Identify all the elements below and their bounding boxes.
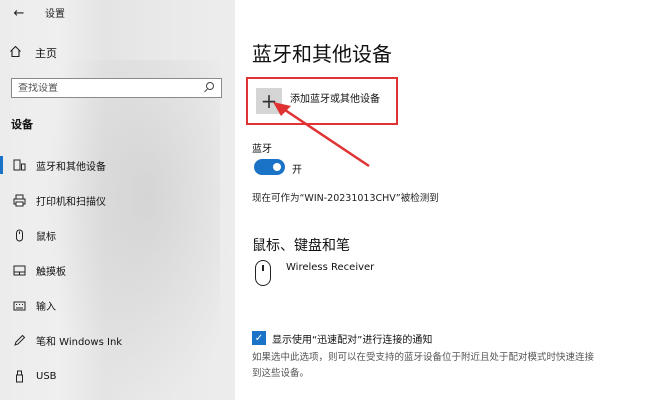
device-item[interactable]: Wireless Receiver: [255, 260, 374, 286]
sidebar-item-printers[interactable]: 打印机和扫描仪: [0, 187, 235, 213]
search-icon[interactable]: [203, 82, 215, 94]
sidebar-item-label: 鼠标: [36, 231, 56, 243]
keyboard-icon: [12, 299, 26, 312]
bluetooth-devices-icon: [12, 159, 26, 172]
sidebar-item-home[interactable]: 主页: [9, 45, 57, 61]
sidebar-item-pen[interactable]: 笔和 Windows Ink: [0, 327, 235, 353]
sidebar-item-label: 蓝牙和其他设备: [36, 161, 106, 173]
usb-icon: [12, 370, 26, 383]
home-label: 主页: [35, 47, 57, 60]
sidebar: ← 设置 主页 设备 蓝牙和其他设备 打印机和扫描仪 鼠标 触摸板: [0, 0, 235, 400]
active-indicator: [0, 156, 3, 174]
checkmark-icon: ✓: [254, 332, 264, 344]
pen-icon: [12, 334, 26, 347]
swift-pair-checkbox[interactable]: ✓: [252, 331, 266, 345]
discoverable-text: 现在可作为“WIN-20231013CHV”被检测到: [252, 193, 439, 204]
back-button[interactable]: ←: [8, 3, 30, 23]
sidebar-item-label: 触摸板: [36, 266, 66, 278]
swift-pair-label: 显示使用“迅速配对”进行连接的通知: [272, 335, 433, 346]
section-heading-mouse-keyboard-pen: 鼠标、键盘和笔: [252, 238, 350, 254]
sidebar-item-usb[interactable]: USB: [0, 363, 235, 389]
window-title: 设置: [45, 9, 65, 20]
sidebar-item-input[interactable]: 输入: [0, 292, 235, 318]
sidebar-item-bluetooth[interactable]: 蓝牙和其他设备: [0, 152, 235, 178]
touchpad-icon: [12, 264, 26, 277]
sidebar-item-label: 输入: [36, 301, 56, 313]
annotation-arrow-icon: [273, 102, 370, 168]
toggle-state-label: 开: [292, 165, 302, 176]
mouse-icon: [12, 229, 26, 242]
home-icon: [9, 45, 25, 61]
search-input[interactable]: [18, 82, 203, 94]
sidebar-item-label: USB: [36, 370, 57, 382]
sidebar-item-mouse[interactable]: 鼠标: [0, 222, 235, 248]
mouse-device-icon: [255, 260, 271, 286]
search-box[interactable]: [11, 78, 222, 98]
main-panel: 蓝牙和其他设备 + 添加蓝牙或其他设备 蓝牙 开 现在可作为“WIN-20231…: [235, 0, 645, 400]
sidebar-item-label: 笔和 Windows Ink: [36, 336, 123, 348]
device-name: Wireless Receiver: [286, 262, 375, 273]
bluetooth-toggle[interactable]: [254, 159, 285, 175]
sidebar-section-label: 设备: [11, 118, 33, 131]
swift-pair-description: 如果选中此选项，则可以在受支持的蓝牙设备位于附近且处于配对模式时快速连接到这些设…: [252, 352, 595, 379]
printer-icon: [12, 194, 26, 207]
page-title: 蓝牙和其他设备: [252, 42, 392, 66]
bluetooth-label: 蓝牙: [252, 144, 272, 155]
sidebar-item-touchpad[interactable]: 触摸板: [0, 257, 235, 283]
back-arrow-icon: ←: [13, 5, 25, 21]
sidebar-item-label: 打印机和扫描仪: [36, 196, 106, 208]
